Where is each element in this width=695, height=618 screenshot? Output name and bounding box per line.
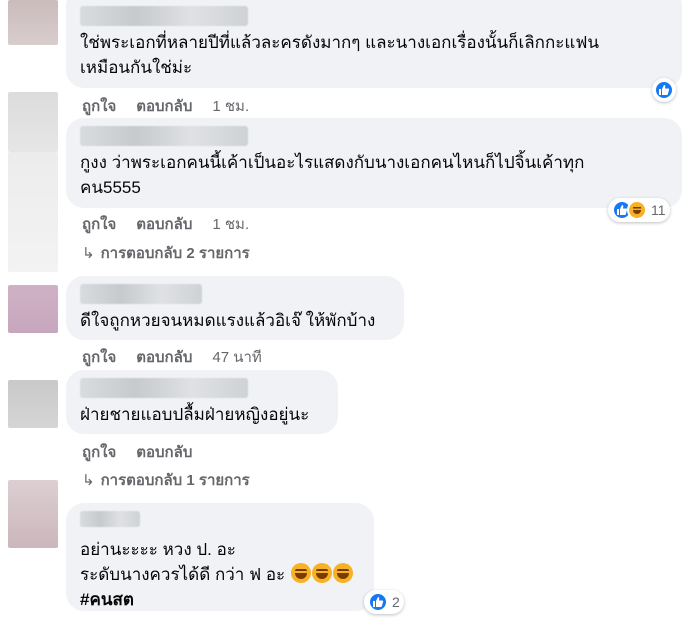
- timestamp[interactable]: 1 ชม.: [212, 212, 249, 236]
- comment-actions: ถูกใจ ตอบกลับ 47 นาที: [82, 345, 262, 369]
- like-button[interactable]: ถูกใจ: [82, 440, 116, 464]
- author-name[interactable]: [80, 126, 248, 146]
- timestamp[interactable]: 47 นาที: [212, 345, 261, 369]
- laughing-emoji-icon: [332, 563, 353, 583]
- comment-text-line1: อย่านะะะะ หวง ป. อะ: [80, 540, 236, 559]
- comment-bubble: ดีใจถูกหวยจนหมดแรงแล้วอิเจ๊ ให้พักบ้าง: [66, 276, 404, 340]
- hashtag-link[interactable]: #คนสต: [80, 587, 360, 612]
- reply-arrow-icon: ↳: [82, 472, 95, 489]
- comment-text: ระดับนางควรได้ดี กว่า ฟ อะ: [80, 562, 360, 587]
- reply-arrow-icon: ↳: [82, 245, 95, 262]
- laughing-emoji-icon: [290, 563, 311, 583]
- reaction-count: 11: [651, 202, 666, 218]
- like-button[interactable]: ถูกใจ: [82, 94, 116, 118]
- comment-bubble: ใช่พระเอกที่หลายปีที่แล้วละครดังมากๆ และ…: [66, 0, 682, 88]
- author-name[interactable]: [80, 284, 202, 304]
- comment-text: อย่านะะะะ หวง ป. อะ: [80, 537, 360, 562]
- avatar[interactable]: [8, 480, 58, 548]
- like-button[interactable]: ถูกใจ: [82, 212, 116, 236]
- author-name[interactable]: [80, 378, 248, 398]
- comment-actions: ถูกใจ ตอบกลับ 1 ชม.: [82, 94, 249, 118]
- reply-button[interactable]: ตอบกลับ: [136, 440, 192, 464]
- comment-bubble: กูงง ว่าพระเอกคนนี้เค้าเป็นอะไรแสดงกับนา…: [66, 118, 682, 208]
- author-name[interactable]: [80, 6, 248, 26]
- reaction-summary[interactable]: 11: [608, 198, 670, 222]
- timestamp[interactable]: 1 ชม.: [212, 94, 249, 118]
- comment-text: ฝ่ายชายแอบปลื้มฝ่ายหญิงอยู่นะ: [80, 405, 310, 424]
- like-button[interactable]: ถูกใจ: [82, 345, 116, 369]
- replies-label: การตอบกลับ 1 รายการ: [100, 472, 250, 489]
- avatar-blur: [8, 152, 58, 272]
- avatar[interactable]: [8, 0, 58, 45]
- reply-button[interactable]: ตอบกลับ: [136, 345, 192, 369]
- reply-button[interactable]: ตอบกลับ: [136, 94, 192, 118]
- comment-actions: ถูกใจ ตอบกลับ 1 ชม.: [82, 212, 249, 236]
- avatar[interactable]: [8, 285, 58, 333]
- reaction-count: 2: [392, 594, 400, 610]
- comment-text: กูงง ว่าพระเอกคนนี้เค้าเป็นอะไรแสดงกับนา…: [80, 153, 585, 197]
- like-icon: [368, 592, 388, 612]
- comment-bubble: อย่านะะะะ หวง ป. อะ ระดับนางควรได้ดี กว่…: [66, 503, 374, 611]
- replies-label: การตอบกลับ 2 รายการ: [100, 245, 250, 262]
- comment-text: ดีใจถูกหวยจนหมดแรงแล้วอิเจ๊ ให้พักบ้าง: [80, 311, 376, 330]
- view-replies-link[interactable]: ↳ การตอบกลับ 2 รายการ: [82, 241, 250, 265]
- comment-actions: ถูกใจ ตอบกลับ: [82, 440, 192, 464]
- laughing-emoji-icon: [311, 563, 332, 583]
- comment-text: ใช่พระเอกที่หลายปีที่แล้วละครดังมากๆ และ…: [80, 33, 599, 77]
- haha-icon: [627, 200, 647, 220]
- comment-bubble: ฝ่ายชายแอบปลื้มฝ่ายหญิงอยู่นะ: [66, 370, 338, 434]
- like-icon: [654, 80, 674, 100]
- avatar[interactable]: [8, 92, 58, 152]
- author-name[interactable]: [80, 511, 140, 527]
- reaction-summary[interactable]: 2: [364, 590, 404, 614]
- reply-button[interactable]: ตอบกลับ: [136, 212, 192, 236]
- reaction-summary[interactable]: [652, 78, 676, 102]
- view-replies-link[interactable]: ↳ การตอบกลับ 1 รายการ: [82, 468, 250, 492]
- comment-text-line2: ระดับนางควรได้ดี กว่า ฟ อะ: [80, 565, 286, 584]
- avatar[interactable]: [8, 380, 58, 428]
